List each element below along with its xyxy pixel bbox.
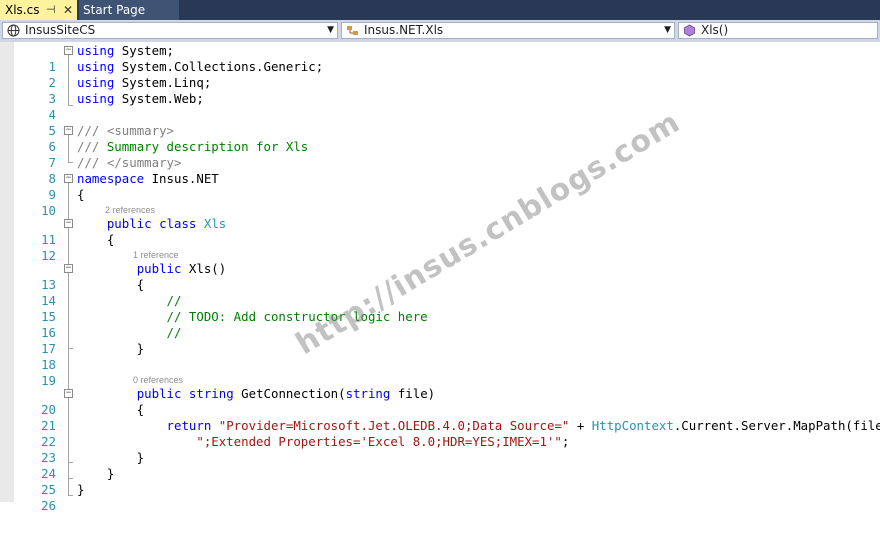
- code-line[interactable]: 1 − using System;: [0, 43, 880, 74]
- method-icon: [683, 23, 696, 41]
- code-line[interactable]: 18 }: [0, 341, 880, 372]
- collapse-icon[interactable]: −: [64, 46, 73, 55]
- code-line[interactable]: 24 }: [0, 450, 880, 481]
- code-line[interactable]: 19: [0, 357, 880, 388]
- code-line[interactable]: 7 /// Summary description for Xls: [0, 139, 880, 170]
- codelens-references[interactable]: 0 references: [133, 374, 183, 386]
- code-text: /// Summary description for Xls: [77, 139, 309, 154]
- collapse-icon[interactable]: −: [64, 174, 73, 183]
- code-line[interactable]: 15 //: [0, 293, 880, 324]
- code-text: {: [77, 232, 115, 247]
- code-text: {: [77, 187, 85, 202]
- globe-icon: [7, 23, 20, 41]
- code-text: public string GetConnection(string file): [136, 386, 436, 401]
- navigation-bar: InsusSiteCS ▼ Insus.NET.Xls ▼ Xls(): [0, 20, 880, 43]
- code-line[interactable]: 16 // TODO: Add constructor logic here: [0, 309, 880, 340]
- collapse-icon[interactable]: −: [64, 126, 73, 135]
- code-text: {: [77, 277, 145, 292]
- codelens-references[interactable]: 1 reference: [133, 249, 179, 261]
- code-text: using System.Collections.Generic;: [77, 59, 324, 74]
- code-text: {: [77, 402, 145, 417]
- code-editor[interactable]: 1 − using System; 2 using System.Collect…: [0, 42, 880, 513]
- collapse-icon[interactable]: −: [64, 389, 73, 398]
- pin-icon[interactable]: ⊣: [46, 0, 56, 20]
- project-dropdown[interactable]: InsusSiteCS ▼: [2, 22, 338, 39]
- type-dropdown[interactable]: Insus.NET.Xls ▼: [341, 22, 675, 39]
- code-text: public Xls(): [136, 261, 227, 276]
- code-text: return "Provider=Microsoft.Jet.OLEDB.4.0…: [166, 418, 880, 433]
- code-line[interactable]: 17 //: [0, 325, 880, 356]
- code-text: //: [166, 325, 182, 340]
- tab-start-page[interactable]: Start Page: [79, 0, 179, 20]
- document-tab-bar: Xls.cs ⊣ ✕ Start Page: [0, 0, 880, 20]
- code-line[interactable]: 4 using System.Web;: [0, 91, 880, 122]
- code-text: }: [77, 450, 145, 465]
- collapse-icon[interactable]: −: [64, 264, 73, 273]
- code-text: using System.Linq;: [77, 75, 212, 90]
- code-line[interactable]: 9 − namespace Insus.NET: [0, 171, 880, 202]
- code-text: }: [77, 466, 115, 481]
- code-text: ";Extended Properties='Excel 8.0;HDR=YES…: [196, 434, 570, 449]
- project-name: InsusSiteCS: [25, 23, 96, 37]
- code-text: }: [77, 341, 145, 356]
- code-line[interactable]: 11 − public class Xls: [0, 216, 880, 247]
- tab-label: Xls.cs: [5, 3, 40, 17]
- member-dropdown[interactable]: Xls(): [678, 22, 878, 39]
- member-name: Xls(): [701, 23, 729, 37]
- code-line[interactable]: 3 using System.Linq;: [0, 75, 880, 106]
- close-icon[interactable]: ✕: [63, 0, 73, 20]
- type-name: Insus.NET.Xls: [364, 23, 444, 37]
- code-line[interactable]: 22 return "Provider=Microsoft.Jet.OLEDB.…: [0, 418, 880, 449]
- code-line[interactable]: 23 ";Extended Properties='Excel 8.0;HDR=…: [0, 434, 880, 465]
- code-line[interactable]: 5: [0, 107, 880, 138]
- code-line[interactable]: 2 using System.Collections.Generic;: [0, 59, 880, 90]
- tab-xls-cs[interactable]: Xls.cs ⊣ ✕: [0, 0, 77, 20]
- code-text: using System.Web;: [77, 91, 204, 106]
- code-text: namespace Insus.NET: [77, 171, 219, 186]
- code-text: /// </summary>: [77, 155, 182, 170]
- code-text: using System;: [77, 43, 174, 58]
- code-text: }: [77, 482, 85, 497]
- code-line[interactable]: 10 {: [0, 187, 880, 218]
- codelens-references[interactable]: 2 references: [105, 204, 155, 216]
- code-text: //: [166, 293, 182, 308]
- tab-label: Start Page: [83, 3, 146, 17]
- class-icon: [346, 23, 360, 41]
- line-number: 26: [41, 498, 56, 513]
- code-text: /// <summary>: [77, 123, 174, 138]
- code-text: public class Xls: [106, 216, 227, 231]
- code-line[interactable]: 8 /// </summary>: [0, 155, 880, 186]
- code-line[interactable]: 21 {: [0, 402, 880, 433]
- chevron-down-icon[interactable]: ▼: [664, 23, 671, 38]
- code-line[interactable]: 26 }: [0, 482, 880, 513]
- code-line[interactable]: 6 − /// <summary>: [0, 123, 880, 154]
- code-line[interactable]: 20 − public string GetConnection(string …: [0, 386, 880, 417]
- chevron-down-icon[interactable]: ▼: [327, 23, 334, 38]
- collapse-icon[interactable]: −: [64, 219, 73, 228]
- code-line[interactable]: 25 }: [0, 466, 880, 497]
